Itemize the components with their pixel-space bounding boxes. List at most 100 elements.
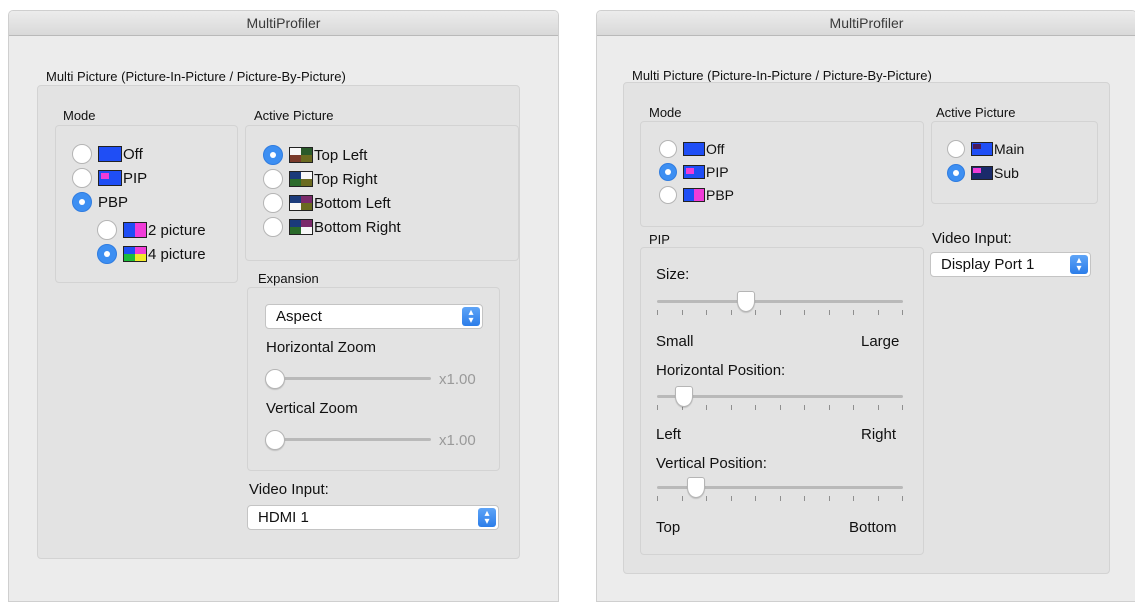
left-mode-pip-label: PIP <box>123 169 148 187</box>
right-video-input-select[interactable]: Display Port 1 ▴ ▾ <box>930 252 1091 277</box>
left-mode-pip-radio[interactable] <box>72 168 92 188</box>
right-mode-pbp-radio[interactable] <box>659 186 677 204</box>
right-video-input-value: Display Port 1 <box>941 256 1035 273</box>
slider-knob[interactable] <box>675 386 693 407</box>
left-mode-off-radio[interactable] <box>72 144 92 164</box>
slider-tick <box>682 310 683 315</box>
left-mode-pip[interactable]: PIP <box>72 168 147 188</box>
left-horizontal-zoom-track[interactable] <box>274 377 431 380</box>
right-active-sub[interactable]: Sub <box>947 164 1019 182</box>
monitor-pbp-icon <box>683 188 705 202</box>
slider-tick <box>878 310 879 315</box>
left-active-bottom-right[interactable]: Bottom Right <box>263 217 401 237</box>
left-active-top-left-label: Top Left <box>314 146 368 164</box>
slider-tick <box>657 405 658 410</box>
left-mode-pbp-label: PBP <box>98 193 129 211</box>
right-mode-off-label: Off <box>706 141 725 157</box>
right-active-main[interactable]: Main <box>947 140 1024 158</box>
slider-tick <box>853 496 854 501</box>
right-pip-vertical-min: Top <box>656 519 681 536</box>
slider-tick <box>780 496 781 501</box>
left-mode-4-picture[interactable]: 4 picture <box>97 244 206 264</box>
left-horizontal-zoom-knob[interactable] <box>265 369 285 389</box>
left-active-top-left[interactable]: Top Left <box>263 145 367 165</box>
left-mode-off[interactable]: Off <box>72 144 143 164</box>
left-mode-2-picture[interactable]: 2 picture <box>97 220 206 240</box>
slider-tick <box>878 496 879 501</box>
slider-tick <box>706 405 707 410</box>
left-active-top-right-radio[interactable] <box>263 169 283 189</box>
slider-tick <box>804 405 805 410</box>
slider-tick <box>853 310 854 315</box>
right-pip-size-min: Small <box>656 333 694 350</box>
left-mode-pbp[interactable]: PBP <box>72 192 128 212</box>
right-mode-pbp[interactable]: PBP <box>659 186 734 204</box>
monitor-off-icon <box>683 142 705 156</box>
slider-tick <box>780 310 781 315</box>
left-vertical-zoom-track[interactable] <box>274 438 431 441</box>
left-vertical-zoom-label: Vertical Zoom <box>266 400 358 417</box>
right-mode-pbp-label: PBP <box>706 187 735 203</box>
slider-tick <box>902 405 903 410</box>
slider-knob[interactable] <box>737 291 755 312</box>
slider-tick <box>657 310 658 315</box>
chevron-up-down-icon: ▴ ▾ <box>462 307 480 326</box>
left-active-bottom-left-radio[interactable] <box>263 193 283 213</box>
slider-tick <box>755 496 756 501</box>
right-video-input-label: Video Input: <box>932 230 1012 247</box>
left-active-bottom-right-label: Bottom Right <box>314 218 401 236</box>
right-group-title: Multi Picture (Picture-In-Picture / Pict… <box>632 68 932 83</box>
monitor-off-icon <box>98 146 122 162</box>
right-pip-size-slider[interactable] <box>657 291 903 321</box>
chevron-up-down-icon: ▴ ▾ <box>478 508 496 527</box>
left-mode-4-picture-label: 4 picture <box>148 245 206 263</box>
left-mode-2-picture-radio[interactable] <box>97 220 117 240</box>
right-pip-vertical-max: Bottom <box>849 519 897 536</box>
left-active-bottom-left[interactable]: Bottom Left <box>263 193 391 213</box>
slider-tick <box>902 496 903 501</box>
slider-tick <box>780 405 781 410</box>
left-active-picture-title: Active Picture <box>254 108 334 123</box>
right-active-sub-label: Sub <box>994 165 1019 181</box>
right-mode-off-radio[interactable] <box>659 140 677 158</box>
right-pip-horizontal-slider[interactable] <box>657 386 903 416</box>
slider-tick <box>853 405 854 410</box>
right-active-picture-box <box>931 121 1098 204</box>
slider-tick <box>731 496 732 501</box>
slider-knob[interactable] <box>687 477 705 498</box>
slider-track[interactable] <box>657 300 903 303</box>
right-active-picture-title: Active Picture <box>936 105 1016 120</box>
slider-tick <box>804 310 805 315</box>
left-video-input-label: Video Input: <box>249 481 329 498</box>
slider-tick <box>706 496 707 501</box>
right-active-main-label: Main <box>994 141 1025 157</box>
left-mode-title: Mode <box>63 108 96 123</box>
left-active-top-right[interactable]: Top Right <box>263 169 377 189</box>
slider-tick <box>804 496 805 501</box>
quad-bottom-left-icon <box>289 195 313 211</box>
slider-track[interactable] <box>657 395 903 398</box>
quad-top-right-icon <box>289 171 313 187</box>
right-mode-off[interactable]: Off <box>659 140 724 158</box>
left-video-input-select[interactable]: HDMI 1 ▴ ▾ <box>247 505 499 530</box>
right-mode-title: Mode <box>649 105 682 120</box>
slider-tick <box>829 405 830 410</box>
right-active-sub-radio[interactable] <box>947 164 965 182</box>
right-pip-horizontal-min: Left <box>656 426 682 443</box>
right-pip-vertical-slider[interactable] <box>657 477 903 507</box>
monitor-4-picture-icon <box>123 246 147 262</box>
left-mode-pbp-radio[interactable] <box>72 192 92 212</box>
left-expansion-select[interactable]: Aspect ▴ ▾ <box>265 304 483 329</box>
right-mode-pip[interactable]: PIP <box>659 163 729 181</box>
left-active-top-left-radio[interactable] <box>263 145 283 165</box>
left-expansion-title: Expansion <box>258 271 319 286</box>
right-active-main-radio[interactable] <box>947 140 965 158</box>
slider-tick <box>682 496 683 501</box>
left-vertical-zoom-knob[interactable] <box>265 430 285 450</box>
right-mode-pip-radio[interactable] <box>659 163 677 181</box>
left-active-bottom-right-radio[interactable] <box>263 217 283 237</box>
slider-tick <box>829 310 830 315</box>
left-mode-4-picture-radio[interactable] <box>97 244 117 264</box>
right-pip-horizontal-label: Horizontal Position: <box>656 362 786 379</box>
left-mode-2-picture-label: 2 picture <box>148 221 206 239</box>
